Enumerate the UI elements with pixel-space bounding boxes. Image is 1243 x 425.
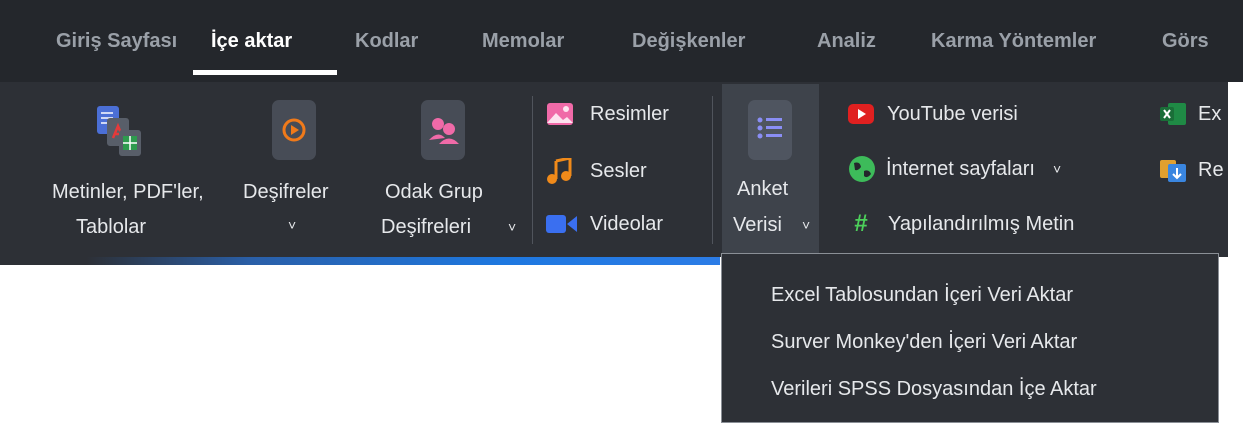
import-video-label: Videolar	[590, 212, 664, 235]
ribbon-separator	[532, 96, 533, 244]
import-excel-label: Ex	[1198, 102, 1222, 125]
import-transcripts-label: Deşifreler	[243, 181, 329, 203]
survey-dropdown-menu: Excel Tablosundan İçeri Veri Aktar Surve…	[721, 253, 1219, 423]
tab-codes[interactable]: Kodlar	[355, 30, 418, 53]
import-web-label: İnternet sayfaları	[886, 157, 1035, 180]
chevron-down-icon: ˅	[1052, 161, 1062, 177]
import-structured-text-label: Yapılandırılmış Metin	[888, 212, 1075, 235]
import-focus-group-label-2: Deşifreleri	[381, 216, 472, 238]
import-excel-button[interactable]: Ex	[1160, 97, 1228, 131]
import-texts-button[interactable]: Metinler, PDF'ler, Tablolar	[50, 96, 230, 248]
import-images-label: Resimler	[590, 102, 669, 125]
play-file-icon	[272, 100, 316, 160]
chevron-down-icon: ˅	[508, 219, 517, 235]
ribbon-bottom-glow	[0, 257, 720, 265]
import-video-button[interactable]: Videolar	[546, 207, 663, 241]
survey-label-2: Verisi	[733, 214, 782, 236]
globe-icon	[849, 156, 875, 182]
tab-variables[interactable]: Değişkenler	[632, 30, 745, 53]
tab-home[interactable]: Giriş Sayfası	[56, 30, 177, 53]
import-reference-label: Re	[1198, 158, 1224, 181]
music-note-icon	[547, 158, 572, 184]
tab-analysis[interactable]: Analiz	[817, 30, 876, 53]
import-focus-group-label-1: Odak Grup	[385, 181, 483, 203]
chevron-down-icon: ˅	[802, 217, 811, 233]
import-texts-label-1: Metinler, PDF'ler,	[52, 181, 204, 203]
survey-list-icon	[748, 100, 792, 160]
survey-label-1: Anket	[737, 178, 789, 200]
active-tab-indicator	[193, 70, 337, 75]
import-texts-label-2: Tablolar	[76, 216, 147, 238]
tab-import[interactable]: İçe aktar	[211, 30, 292, 53]
import-transcripts-button[interactable]: Deşifreler ˅	[240, 96, 358, 248]
survey-data-button[interactable]: Anket Verisi ˅	[722, 84, 819, 255]
excel-icon	[1160, 103, 1186, 125]
youtube-icon	[848, 104, 874, 124]
ribbon-edge	[1228, 82, 1243, 257]
ribbon-separator	[712, 96, 713, 244]
import-structured-text-button[interactable]: # Yapılandırılmış Metin	[848, 207, 1074, 241]
menu-item-import-spss[interactable]: Verileri SPSS Dosyasından İçe Aktar	[771, 378, 1097, 401]
main-tab-bar: Giriş Sayfası İçe aktar Kodlar Memolar D…	[0, 0, 1243, 82]
tab-visual[interactable]: Görs	[1162, 30, 1209, 53]
documents-pdf-table-icon	[97, 106, 141, 156]
image-icon	[547, 103, 573, 125]
chevron-down-icon: ˅	[288, 217, 297, 233]
group-file-icon	[421, 100, 465, 160]
menu-item-import-surveymonkey[interactable]: Surver Monkey'den İçeri Veri Aktar	[771, 331, 1077, 354]
import-web-button[interactable]: İnternet sayfaları ˅	[848, 152, 1061, 186]
tab-mixed-methods[interactable]: Karma Yöntemler	[931, 30, 1096, 53]
reference-import-icon	[1160, 160, 1186, 182]
import-reference-button[interactable]: Re	[1160, 153, 1228, 187]
hash-icon: #	[854, 210, 868, 237]
import-audio-label: Sesler	[590, 159, 647, 182]
menu-item-import-excel[interactable]: Excel Tablosundan İçeri Veri Aktar	[771, 284, 1073, 307]
video-camera-icon	[546, 215, 577, 233]
import-images-button[interactable]: Resimler	[546, 97, 669, 131]
import-youtube-button[interactable]: YouTube verisi	[848, 97, 1018, 131]
import-audio-button[interactable]: Sesler	[546, 154, 647, 188]
import-focus-group-button[interactable]: Odak Grup Deşifreleri ˅	[378, 96, 528, 248]
import-youtube-label: YouTube verisi	[887, 102, 1018, 125]
tab-memos[interactable]: Memolar	[482, 30, 564, 53]
